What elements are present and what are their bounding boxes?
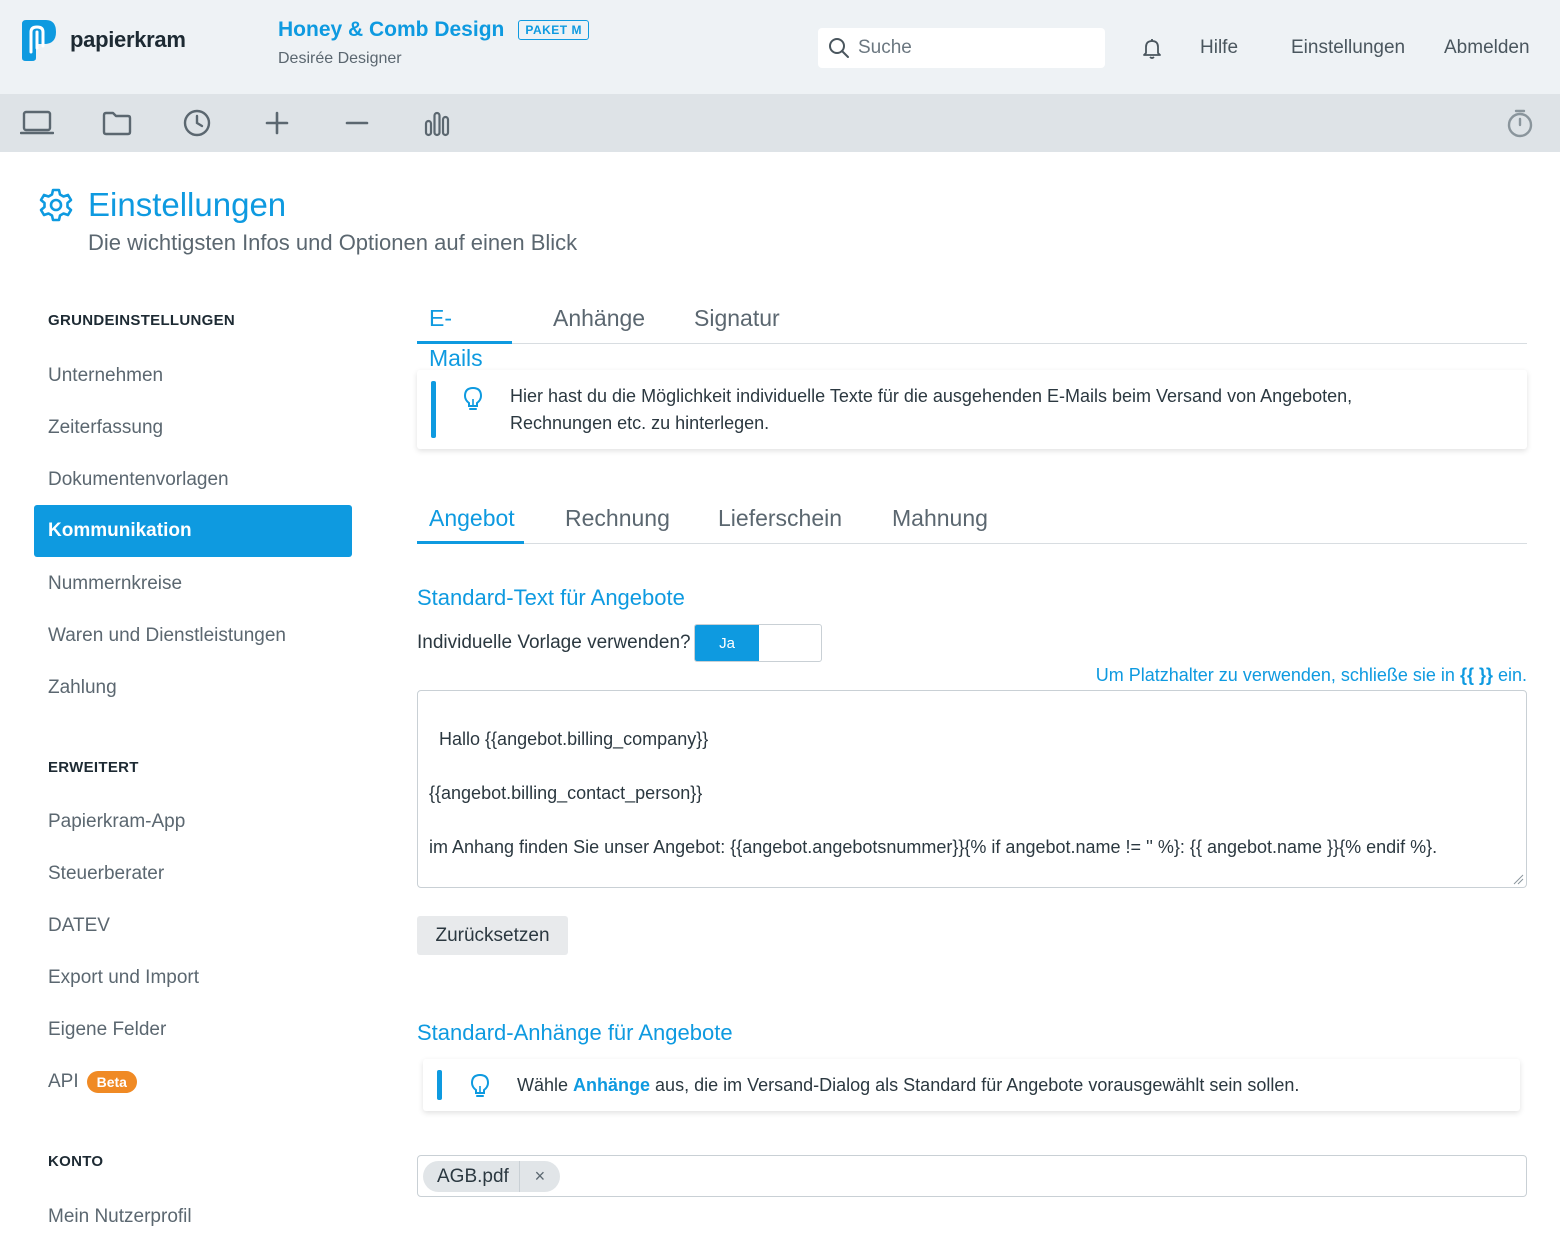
hint-code: {{ }} (1459, 665, 1493, 685)
search-box[interactable] (818, 28, 1105, 68)
attachments-section-title: Standard-Anhänge für Angebote (417, 1020, 733, 1045)
help-link[interactable]: Hilfe (1200, 37, 1238, 59)
tab-emails[interactable]: E-Mails (417, 298, 512, 371)
sidebar-item-api[interactable]: API Beta (34, 1056, 352, 1108)
attachment-tag: AGB.pdf × (423, 1161, 560, 1192)
attachments-info-box: Wähle Anhänge aus, die im Versand-Dialog… (423, 1059, 1520, 1111)
clock-icon[interactable] (179, 108, 215, 138)
template-textarea[interactable]: Hallo {{angebot.billing_company}} {{ange… (417, 690, 1527, 888)
attach-info-post: aus, die im Versand-Dialog als Standard … (650, 1075, 1300, 1095)
settings-tabs: E-Mails Anhänge Signatur (417, 298, 1527, 371)
attachments-select[interactable]: AGB.pdf × (417, 1155, 1527, 1197)
attach-info-pre: Wähle (517, 1075, 574, 1095)
sidebar-item-label: API (48, 1071, 79, 1092)
toggle-on-label[interactable]: Ja (695, 625, 759, 661)
resize-handle-icon[interactable] (1512, 873, 1524, 885)
sidebar-item-time-tracking[interactable]: Zeiterfassung (34, 402, 352, 454)
info-box: Hier hast du die Möglichkeit individuell… (417, 370, 1527, 449)
template-text[interactable]: Hallo {{angebot.billing_company}} {{ange… (429, 729, 1437, 857)
sidebar-item-company[interactable]: Unternehmen (34, 350, 352, 402)
attachment-tag-label: AGB.pdf (423, 1161, 520, 1192)
info-accent-bar (437, 1070, 442, 1100)
gear-icon (39, 188, 73, 222)
sidebar-item-export-import[interactable]: Export und Import (34, 952, 352, 1004)
section-basic-settings: GRUNDEINSTELLUNGEN (48, 312, 236, 329)
company-name[interactable]: Honey & Comb Design (278, 18, 504, 42)
info-text: Hier hast du die Möglichkeit individuell… (510, 386, 1353, 433)
tab-angebot[interactable]: Angebot (417, 498, 524, 544)
logo-text: papierkram (70, 27, 186, 52)
attachments-info-text: Wähle Anhänge aus, die im Versand-Dialog… (517, 1072, 1497, 1099)
hint-text: Um Platzhalter zu verwenden, schließe si… (1095, 665, 1460, 685)
bar-chart-icon[interactable] (419, 108, 455, 138)
tab-attachments[interactable]: Anhänge (541, 298, 657, 344)
sidebar-item-number-ranges[interactable]: Nummernkreise (34, 558, 352, 610)
sidebar-item-tax-advisor[interactable]: Steuerberater (34, 848, 352, 900)
sidebar-item-payment[interactable]: Zahlung (34, 662, 352, 714)
laptop-icon[interactable] (19, 108, 55, 138)
reset-button[interactable]: Zurücksetzen (417, 916, 568, 955)
logo[interactable]: papierkram (18, 18, 186, 62)
lightbulb-icon (463, 386, 483, 410)
paperclip-logo-icon (22, 20, 56, 61)
sidebar-item-document-templates[interactable]: Dokumentenvorlagen (34, 454, 352, 506)
company-info: Honey & Comb Design PAKET M Desirée Desi… (278, 18, 589, 68)
toolbar (0, 94, 1560, 152)
tab-signature[interactable]: Signatur (682, 298, 792, 344)
settings-link[interactable]: Einstellungen (1291, 37, 1405, 59)
sidebar-item-user-profile[interactable]: Mein Nutzerprofil (34, 1191, 352, 1243)
folder-icon[interactable] (99, 108, 135, 138)
stopwatch-icon[interactable] (1502, 108, 1538, 138)
sidebar-item-datev[interactable]: DATEV (34, 900, 352, 952)
toggle-label: Individuelle Vorlage verwenden? (417, 632, 691, 653)
minus-icon[interactable] (339, 108, 375, 138)
tab-lieferschein[interactable]: Lieferschein (706, 498, 854, 544)
plus-icon[interactable] (259, 108, 295, 138)
remove-tag-icon[interactable]: × (520, 1166, 560, 1187)
tab-mahnung[interactable]: Mahnung (880, 498, 1000, 544)
hint-text-end: ein. (1492, 665, 1527, 685)
tab-rechnung[interactable]: Rechnung (553, 498, 682, 544)
sidebar-item-app[interactable]: Papierkram-App (34, 796, 352, 848)
text-section-title: Standard-Text für Angebote (417, 585, 685, 610)
page-title: Einstellungen (88, 186, 287, 223)
attachments-link[interactable]: Anhänge (573, 1075, 650, 1095)
sidebar-item-custom-fields[interactable]: Eigene Felder (34, 1004, 352, 1056)
beta-badge: Beta (86, 1071, 137, 1093)
section-advanced: ERWEITERT (48, 759, 139, 776)
logout-link[interactable]: Abmelden (1444, 37, 1530, 59)
sidebar-item-goods-services[interactable]: Waren und Dienstleistungen (34, 610, 352, 662)
lightbulb-icon (470, 1073, 490, 1097)
section-account: KONTO (48, 1153, 104, 1170)
user-name: Desirée Designer (278, 50, 402, 67)
sidebar-item-communication[interactable]: Kommunikation (34, 505, 352, 557)
placeholder-hint: Um Platzhalter zu verwenden, schließe si… (900, 665, 1527, 686)
top-header: papierkram Honey & Comb Design PAKET M D… (0, 0, 1560, 94)
plan-badge[interactable]: PAKET M (518, 20, 589, 40)
page-header: Einstellungen Die wichtigsten Infos und … (38, 186, 577, 256)
search-icon (829, 38, 849, 58)
document-type-tabs: Angebot Rechnung Lieferschein Mahnung (417, 498, 1527, 544)
search-input[interactable] (858, 37, 1088, 59)
template-toggle[interactable]: Ja (694, 624, 822, 662)
page-subtitle: Die wichtigsten Infos und Optionen auf e… (88, 230, 578, 255)
info-accent-bar (431, 381, 436, 438)
bell-icon[interactable] (1141, 37, 1163, 59)
